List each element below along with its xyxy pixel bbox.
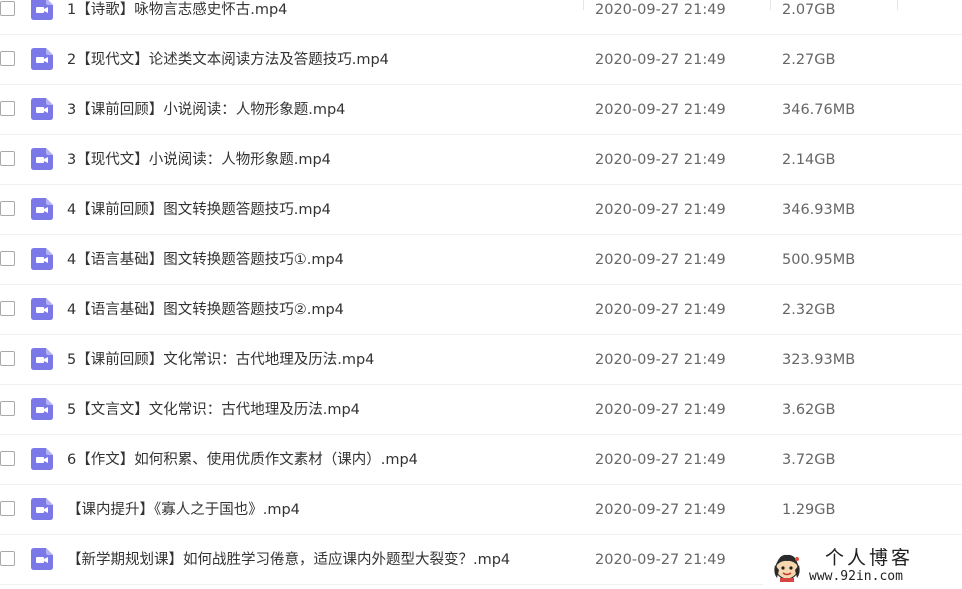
file-size: 2.14GB	[782, 152, 836, 168]
file-name[interactable]: 3【现代文】小说阅读：人物形象题.mp4	[67, 150, 331, 170]
file-row[interactable]: 5【课前回顾】文化常识：古代地理及历法.mp4 2020-09-27 21:49 3…	[0, 335, 962, 385]
video-file-icon	[31, 448, 53, 470]
row-checkbox[interactable]	[0, 301, 15, 316]
cartoon-avatar-icon	[774, 554, 800, 582]
file-name[interactable]: 4【语言基础】图文转换题答题技巧②.mp4	[67, 300, 344, 320]
file-size: 3.72GB	[782, 452, 836, 468]
file-date: 2020-09-27 21:49	[595, 302, 726, 318]
file-row[interactable]: 6【作文】如何积累、使用优质作文素材（课内）.mp4 2020-09-27 21:…	[0, 435, 962, 485]
row-checkbox[interactable]	[0, 451, 15, 466]
file-date: 2020-09-27 21:49	[595, 52, 726, 68]
row-checkbox[interactable]	[0, 251, 15, 266]
file-name[interactable]: 【课内提升】《寡人之于国也》.mp4	[67, 500, 300, 520]
row-checkbox[interactable]	[0, 551, 15, 566]
row-checkbox[interactable]	[0, 151, 15, 166]
video-file-icon	[31, 498, 53, 520]
blog-watermark: 个人博客 www.92in.com	[763, 544, 962, 589]
video-file-icon	[31, 148, 53, 170]
row-checkbox[interactable]	[0, 401, 15, 416]
row-checkbox[interactable]	[0, 101, 15, 116]
file-size: 2.27GB	[782, 52, 836, 68]
video-file-icon	[31, 98, 53, 120]
file-date: 2020-09-27 21:49	[595, 352, 726, 368]
file-name[interactable]: 5【文言文】文化常识：古代地理及历法.mp4	[67, 400, 360, 420]
file-name[interactable]: 4【课前回顾】图文转换题答题技巧.mp4	[67, 200, 331, 220]
file-date: 2020-09-27 21:49	[595, 552, 726, 568]
file-row[interactable]: 1【诗歌】咏物言志感史怀古.mp4 2020-09-27 21:49 2.07GB	[0, 0, 962, 35]
file-name[interactable]: 3【课前回顾】小说阅读：人物形象题.mp4	[67, 100, 345, 120]
file-date: 2020-09-27 21:49	[595, 252, 726, 268]
file-row[interactable]: 5【文言文】文化常识：古代地理及历法.mp4 2020-09-27 21:49 3.…	[0, 385, 962, 435]
row-checkbox[interactable]	[0, 501, 15, 516]
file-size: 3.62GB	[782, 402, 836, 418]
file-row[interactable]: 4【课前回顾】图文转换题答题技巧.mp4 2020-09-27 21:49 346.…	[0, 185, 962, 235]
file-name[interactable]: 1【诗歌】咏物言志感史怀古.mp4	[67, 0, 287, 20]
file-row[interactable]: 2【现代文】论述类文本阅读方法及答题技巧.mp4 2020-09-27 21:49…	[0, 35, 962, 85]
file-date: 2020-09-27 21:49	[595, 202, 726, 218]
file-row[interactable]: 【课内提升】《寡人之于国也》.mp4 2020-09-27 21:49 1.29GB	[0, 485, 962, 535]
video-file-icon	[31, 348, 53, 370]
file-size: 346.76MB	[782, 102, 856, 118]
file-list: 1【诗歌】咏物言志感史怀古.mp4 2020-09-27 21:49 2.07GB 2…	[0, 0, 962, 589]
file-size: 2.32GB	[782, 302, 836, 318]
video-file-icon	[31, 198, 53, 220]
video-file-icon	[31, 0, 53, 20]
file-date: 2020-09-27 21:49	[595, 402, 726, 418]
file-size: 323.93MB	[782, 352, 856, 368]
video-file-icon	[31, 548, 53, 570]
file-size: 2.07GB	[782, 2, 836, 18]
row-checkbox[interactable]	[0, 51, 15, 66]
file-row[interactable]: 4【语言基础】图文转换题答题技巧②.mp4 2020-09-27 21:49 2.3…	[0, 285, 962, 335]
file-date: 2020-09-27 21:49	[595, 152, 726, 168]
row-checkbox[interactable]	[0, 1, 15, 16]
file-date: 2020-09-27 21:49	[595, 102, 726, 118]
file-name[interactable]: 5【课前回顾】文化常识：古代地理及历法.mp4	[67, 350, 374, 370]
file-row[interactable]: 4【语言基础】图文转换题答题技巧①.mp4 2020-09-27 21:49 500…	[0, 235, 962, 285]
file-date: 2020-09-27 21:49	[595, 452, 726, 468]
watermark-url: www.92in.com	[809, 569, 903, 584]
row-checkbox[interactable]	[0, 351, 15, 366]
video-file-icon	[31, 398, 53, 420]
file-row[interactable]: 3【现代文】小说阅读：人物形象题.mp4 2020-09-27 21:49 2.14…	[0, 135, 962, 185]
file-name[interactable]: 6【作文】如何积累、使用优质作文素材（课内）.mp4	[67, 450, 418, 470]
file-name[interactable]: 4【语言基础】图文转换题答题技巧①.mp4	[67, 250, 344, 270]
row-checkbox[interactable]	[0, 201, 15, 216]
video-file-icon	[31, 248, 53, 270]
file-name[interactable]: 2【现代文】论述类文本阅读方法及答题技巧.mp4	[67, 50, 389, 70]
file-row[interactable]: 3【课前回顾】小说阅读：人物形象题.mp4 2020-09-27 21:49 346…	[0, 85, 962, 135]
file-size: 500.95MB	[782, 252, 856, 268]
file-size: 346.93MB	[782, 202, 856, 218]
file-size: 1.29GB	[782, 502, 836, 518]
video-file-icon	[31, 298, 53, 320]
file-name[interactable]: 【新学期规划课】如何战胜学习倦意，适应课内外题型大裂变？.mp4	[67, 550, 510, 570]
file-date: 2020-09-27 21:49	[595, 2, 726, 18]
file-date: 2020-09-27 21:49	[595, 502, 726, 518]
video-file-icon	[31, 48, 53, 70]
watermark-title: 个人博客	[825, 547, 914, 569]
